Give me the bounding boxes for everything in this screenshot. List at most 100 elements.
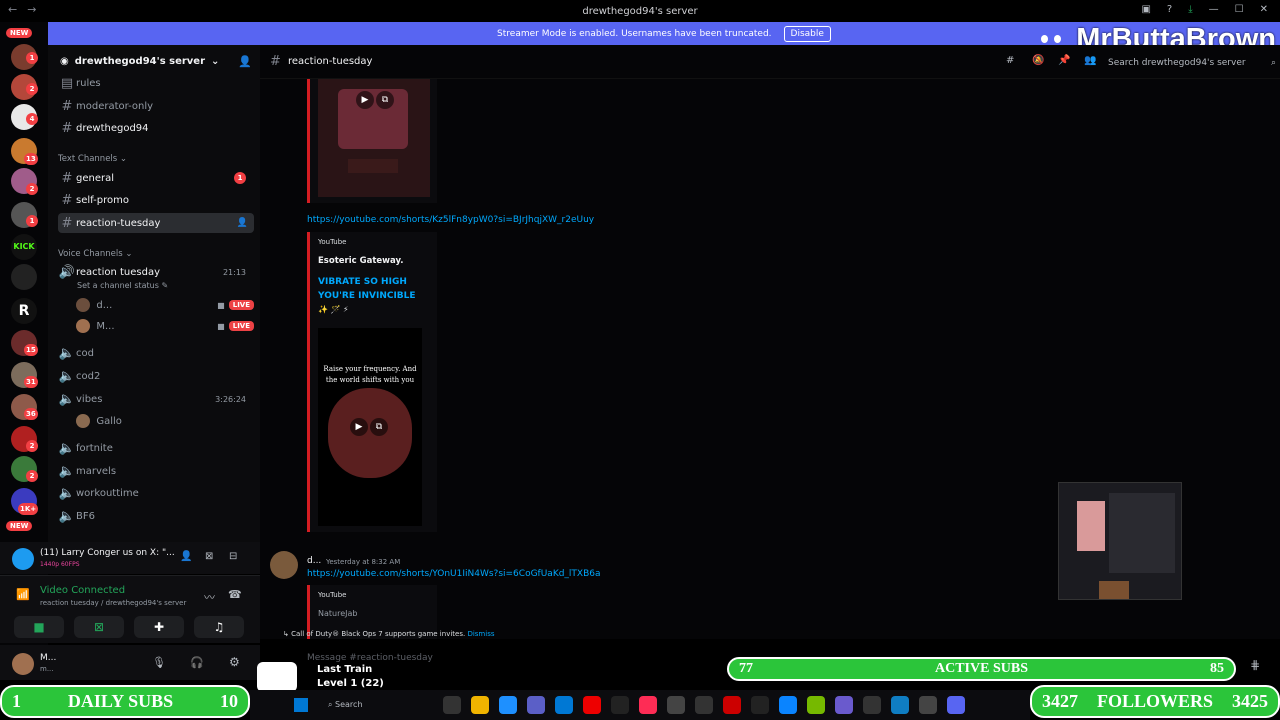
voice-channel-vibes[interactable]: 🔈 vibes 3:26:24 (58, 389, 254, 409)
camera-button[interactable]: ■ (14, 616, 64, 638)
channel-rules[interactable]: ▤ rules (58, 73, 254, 93)
obs-icon[interactable] (863, 696, 881, 714)
embed-author[interactable]: Esoteric Gateway. (318, 256, 404, 266)
unread-badge: 2 (26, 470, 38, 482)
signal-icon[interactable]: 📶 (16, 588, 30, 601)
nvidia-icon[interactable] (807, 696, 825, 714)
avatar[interactable] (12, 653, 34, 675)
play-icon[interactable]: ▶ (350, 418, 368, 436)
followers-bar: 3427 FOLLOWERS 3425 (1030, 685, 1280, 718)
help-icon[interactable]: ? (1167, 4, 1172, 15)
store-icon[interactable] (555, 696, 573, 714)
windows-start-icon[interactable] (294, 698, 308, 712)
voice-user[interactable]: d... ■ LIVE (76, 295, 254, 315)
activities-button[interactable]: ✚ (134, 616, 184, 638)
task-view-icon[interactable] (443, 696, 461, 714)
noise-suppression-icon[interactable]: 〰 (204, 589, 215, 605)
edge-icon[interactable] (891, 696, 909, 714)
channel-reaction-tuesday[interactable]: # reaction-tuesday 👤 (58, 213, 254, 233)
minimize-icon[interactable]: — (1209, 4, 1219, 15)
headphones-icon[interactable]: 🎧 (190, 656, 204, 669)
share-screen-icon[interactable]: 👤 (180, 551, 192, 562)
embed-author[interactable]: NatureJab (318, 609, 357, 618)
popout-icon[interactable]: ⊟ (229, 551, 237, 562)
avatar[interactable] (270, 551, 298, 579)
app-icon[interactable] (695, 696, 713, 714)
taskbar-search[interactable]: ⌕ Search (328, 700, 438, 710)
search-input[interactable]: Search drewthegod94's server ⌕ (1108, 55, 1276, 71)
picture-in-picture-stream[interactable] (1058, 482, 1182, 600)
app-icon[interactable] (667, 696, 685, 714)
voice-channel-workouttime[interactable]: 🔈 workouttime (58, 483, 254, 503)
voice-channel-cod[interactable]: 🔈 cod (58, 343, 254, 363)
microphone-icon[interactable]: 🎙 (152, 656, 166, 669)
dismiss-link[interactable]: Dismiss (467, 630, 494, 638)
voice-channel-path[interactable]: reaction tuesday / drewthegod94's server (40, 599, 186, 607)
channel-self-promo[interactable]: # self-promo (58, 190, 254, 210)
soundboard-button[interactable]: ♫ (194, 616, 244, 638)
channel-general[interactable]: # general 1 (58, 168, 254, 188)
voice-user[interactable]: Gallo (76, 411, 254, 431)
video-embed[interactable]: ▶ ⧉ (307, 79, 437, 203)
invite-user-icon[interactable]: 👤 (238, 55, 252, 68)
stop-stream-icon[interactable]: ⊠ (205, 551, 213, 562)
tiktok-icon[interactable] (639, 696, 657, 714)
voice-channel-reaction-tuesday[interactable]: 🔊 reaction tuesday 21:13 (58, 262, 254, 282)
open-external-icon[interactable]: ⧉ (376, 91, 394, 109)
youtube-link[interactable]: https://youtube.com/shorts/Kz5lFn8ypW0?s… (307, 215, 594, 225)
text-channels-category[interactable]: Text Channels ⌄ (58, 154, 127, 164)
server-icon[interactable] (11, 264, 37, 290)
add-member-icon[interactable]: 👤 (237, 218, 248, 228)
channel-status[interactable]: Set a channel status ✎ (77, 281, 168, 290)
voice-channel-fortnite[interactable]: 🔈 fortnite (58, 438, 254, 458)
pin-icon[interactable]: 📌 (1058, 55, 1070, 66)
inbox-icon[interactable]: ▣ (1141, 4, 1150, 15)
voice-channel-cod2[interactable]: 🔈 cod2 (58, 366, 254, 386)
voice-channel-bf6[interactable]: 🔈 BF6 (58, 506, 254, 526)
mute-bell-icon[interactable]: 🔕 (1032, 55, 1044, 66)
unread-badge: 2 (26, 183, 38, 195)
download-icon[interactable]: ⤓ (1188, 4, 1192, 15)
app-icon[interactable] (527, 696, 545, 714)
capcut-icon[interactable] (751, 696, 769, 714)
app-icon[interactable] (723, 696, 741, 714)
video-thumbnail[interactable]: Raise your frequency. And the world shif… (318, 328, 422, 526)
open-external-icon[interactable]: ⧉ (370, 418, 388, 436)
close-icon[interactable]: ✕ (1260, 4, 1268, 15)
back-arrow-icon[interactable]: ← (8, 3, 17, 16)
threads-icon[interactable]: # (1006, 55, 1014, 66)
channel-moderator-only[interactable]: # moderator-only (58, 96, 254, 116)
app-icon[interactable] (835, 696, 853, 714)
voice-channels-category[interactable]: Voice Channels ⌄ (58, 249, 132, 259)
youtube-icon[interactable] (583, 696, 601, 714)
member-list-icon[interactable]: 👥 (1084, 55, 1096, 66)
disable-button[interactable]: Disable (783, 25, 831, 42)
r-server-icon[interactable]: R (11, 298, 37, 324)
play-icon[interactable]: ▶ (356, 91, 374, 109)
kick-server-icon[interactable]: KICK (11, 234, 37, 260)
grid-icon[interactable]: ⋕ (1250, 658, 1260, 672)
pip-facecam (1099, 581, 1129, 599)
activity-panel[interactable]: (11) Larry Conger us on X: "... 1440p 60… (0, 542, 260, 574)
app-icon[interactable] (919, 696, 937, 714)
rules-icon: ▤ (60, 75, 74, 91)
forward-arrow-icon[interactable]: → (27, 3, 36, 16)
app-icon[interactable] (779, 696, 797, 714)
embed-title[interactable]: VIBRATE SO HIGH YOU'RE INVINCIBLE (318, 275, 428, 303)
disconnect-icon[interactable]: ☎ (228, 588, 242, 601)
window-controls: ▣ ? ⤓ — ☐ ✕ (1129, 0, 1280, 19)
app-icon[interactable] (499, 696, 517, 714)
youtube-link[interactable]: https://youtube.com/shorts/YOnU1IiN4Ws?s… (307, 569, 601, 579)
app-icon[interactable] (611, 696, 629, 714)
channel-drewthegod94[interactable]: # drewthegod94 (58, 118, 254, 138)
video-thumbnail[interactable]: ▶ ⧉ (318, 79, 430, 197)
discord-taskbar-icon[interactable] (947, 696, 965, 714)
settings-gear-icon[interactable]: ⚙ (229, 655, 240, 669)
screen-share-button[interactable]: ⊠ (74, 616, 124, 638)
server-name-header[interactable]: ◉ drewthegod94's server ⌄ (60, 56, 219, 67)
message-author[interactable]: d... (307, 556, 321, 566)
maximize-icon[interactable]: ☐ (1235, 4, 1244, 15)
file-explorer-icon[interactable] (471, 696, 489, 714)
voice-channel-marvels[interactable]: 🔈 marvels (58, 461, 254, 481)
voice-user[interactable]: M... ■ LIVE (76, 316, 254, 336)
